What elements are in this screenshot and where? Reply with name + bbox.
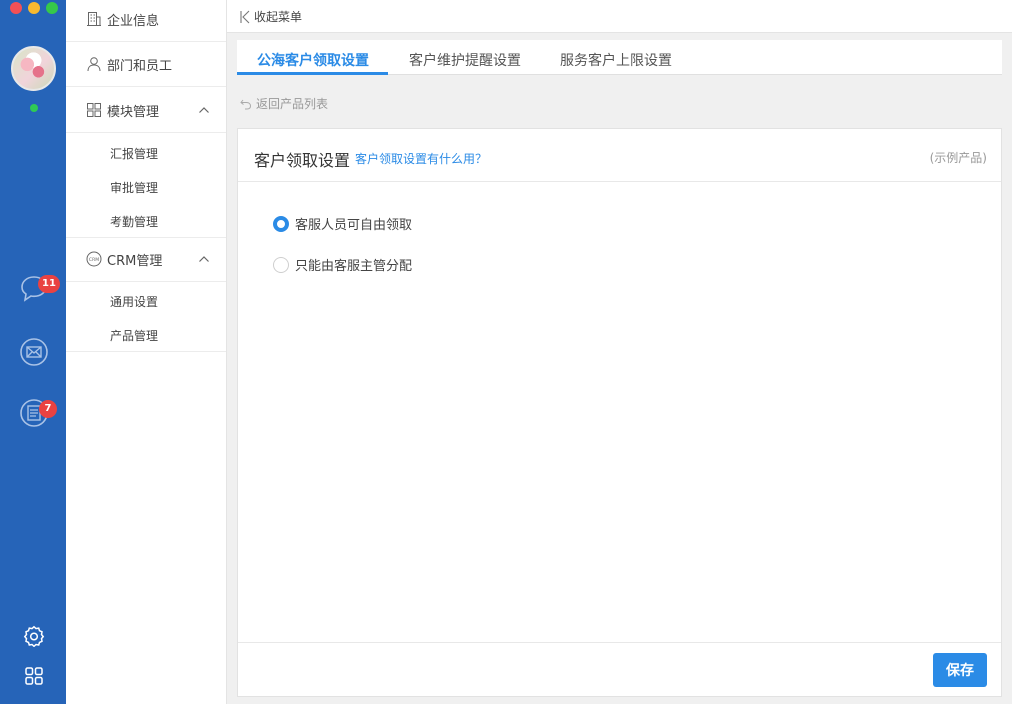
radio-unselected[interactable] xyxy=(273,256,289,273)
option-label: 只能由客服主管分配 xyxy=(295,259,413,274)
panel-header: 客户领取设置 客户领取设置有什么用？ (示例产品) xyxy=(238,129,1001,182)
sidebar-item-module-mgmt[interactable]: 模块管理 xyxy=(66,88,226,133)
settings-sidebar: 企业信息 部门和员工 模块管理 汇报管理 审批管理 考勤管理 CRM CRM管理 xyxy=(66,0,227,704)
document-button[interactable]: 7 xyxy=(19,398,57,428)
user-icon xyxy=(87,57,101,72)
sidebar-subitem-approvals[interactable]: 审批管理 xyxy=(110,179,158,196)
active-tab-indicator xyxy=(237,72,388,75)
sidebar-item-label: CRM管理 xyxy=(107,253,163,269)
sidebar-subitem-reports[interactable]: 汇报管理 xyxy=(110,145,158,162)
tab-service-limit[interactable]: 服务客户上限设置 xyxy=(560,50,672,70)
help-link[interactable]: 客户领取设置有什么用？ xyxy=(355,150,487,167)
tab-public-pool-claim[interactable]: 公海客户领取设置 xyxy=(257,50,369,70)
collapse-menu-button[interactable]: 收起菜单 xyxy=(239,8,302,25)
online-status-dot xyxy=(30,104,38,112)
top-bar: 收起菜单 xyxy=(227,0,1012,33)
modules-grid-icon xyxy=(87,103,101,117)
radio-selected[interactable] xyxy=(273,215,289,232)
collapse-left-icon xyxy=(240,10,250,23)
maximize-window-button[interactable] xyxy=(46,2,58,14)
avatar[interactable] xyxy=(11,46,56,91)
tab-maintenance-reminder[interactable]: 客户维护提醒设置 xyxy=(409,50,521,70)
app-rail: 11 7 xyxy=(0,0,66,704)
sidebar-item-label: 模块管理 xyxy=(107,104,160,120)
building-icon xyxy=(87,12,101,26)
chevron-up-icon[interactable] xyxy=(198,253,210,265)
divider xyxy=(66,351,226,352)
sidebar-item-company-info[interactable]: 企业信息 xyxy=(66,0,226,42)
crm-icon-text: CRM xyxy=(89,257,99,263)
minimize-window-button[interactable] xyxy=(28,2,40,14)
collapse-menu-label: 收起菜单 xyxy=(254,10,303,24)
mail-icon xyxy=(20,338,48,366)
chat-button[interactable]: 11 xyxy=(19,273,60,303)
crm-icon: CRM xyxy=(86,251,102,267)
sidebar-item-crm-mgmt[interactable]: CRM CRM管理 xyxy=(66,237,226,282)
footer-divider xyxy=(238,642,1001,643)
chat-unread-badge: 11 xyxy=(38,275,60,293)
chevron-up-icon[interactable] xyxy=(198,104,210,116)
settings-icon xyxy=(23,625,45,648)
window-controls xyxy=(10,2,58,14)
claim-settings-panel: 客户领取设置 客户领取设置有什么用？ (示例产品) 客服人员可自由领取 只能由客… xyxy=(237,128,1002,697)
undo-arrow-icon xyxy=(240,99,252,109)
option-manager-assign[interactable]: 只能由客服主管分配 xyxy=(273,255,412,274)
document-unread-badge: 7 xyxy=(39,400,57,418)
mail-button[interactable] xyxy=(19,337,49,367)
back-link-label: 返回产品列表 xyxy=(256,97,329,111)
sidebar-subitem-general-settings[interactable]: 通用设置 xyxy=(110,293,158,310)
option-free-claim[interactable]: 客服人员可自由领取 xyxy=(273,214,412,233)
option-label: 客服人员可自由领取 xyxy=(295,218,413,233)
apps-button[interactable] xyxy=(24,666,44,686)
sidebar-subitem-product-mgmt[interactable]: 产品管理 xyxy=(110,327,158,344)
settings-button[interactable] xyxy=(23,625,45,648)
example-product-tag: (示例产品) xyxy=(929,151,987,165)
sidebar-item-label: 企业信息 xyxy=(107,13,160,29)
panel-title: 客户领取设置 xyxy=(254,151,351,170)
sidebar-item-departments[interactable]: 部门和员工 xyxy=(66,42,226,87)
apps-grid-icon xyxy=(25,667,43,685)
save-button[interactable]: 保存 xyxy=(933,653,987,687)
sidebar-item-label: 部门和员工 xyxy=(107,58,173,74)
close-window-button[interactable] xyxy=(10,2,22,14)
sidebar-subitem-attendance[interactable]: 考勤管理 xyxy=(110,213,158,230)
settings-tabs: 公海客户领取设置 客户维护提醒设置 服务客户上限设置 xyxy=(237,40,1002,75)
back-to-product-list-link[interactable]: 返回产品列表 xyxy=(240,95,328,112)
